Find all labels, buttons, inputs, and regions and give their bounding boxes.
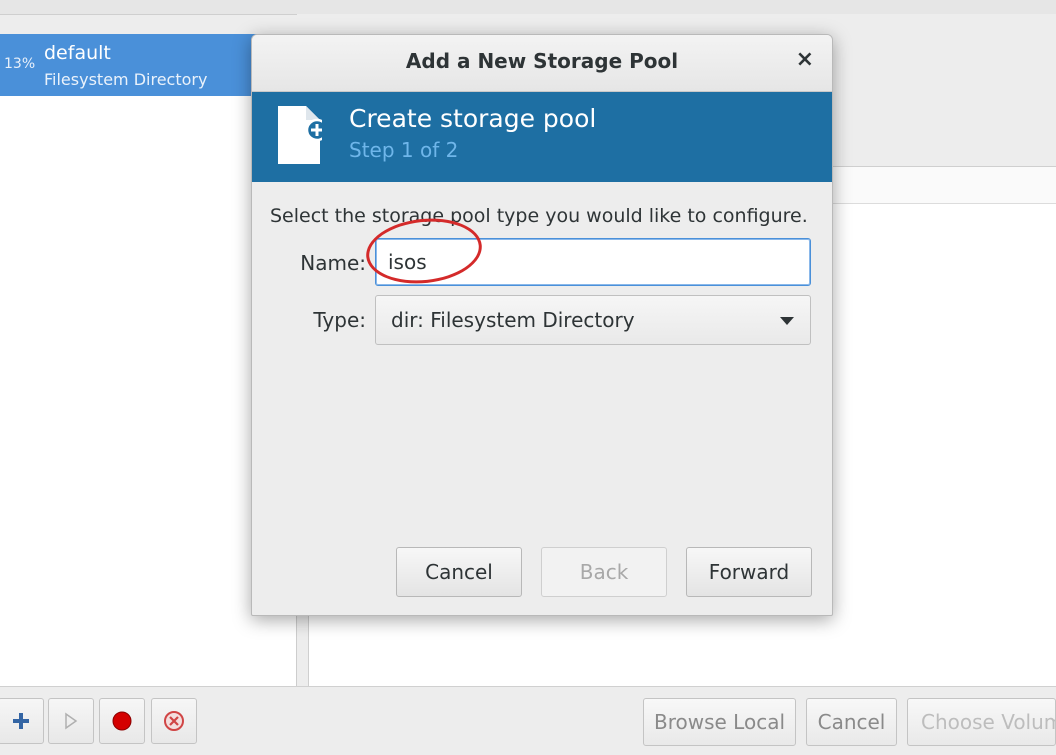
type-label: Type:: [313, 308, 366, 332]
type-select[interactable]: dir: Filesystem Directory: [375, 295, 811, 345]
add-pool-button[interactable]: [0, 698, 44, 744]
name-label: Name:: [300, 251, 366, 275]
choose-volume-button[interactable]: Choose Volum: [907, 698, 1056, 746]
dropdown-arrow-icon: [780, 317, 794, 325]
delete-icon: [163, 710, 185, 732]
cancel-button[interactable]: Cancel: [806, 698, 897, 746]
new-document-icon: [278, 106, 322, 164]
dialog-title: Add a New Storage Pool: [405, 49, 679, 73]
delete-pool-button[interactable]: [151, 698, 197, 744]
type-select-value: dir: Filesystem Directory: [391, 308, 635, 332]
add-storage-pool-dialog: Add a New Storage Pool × Create storage …: [251, 34, 833, 616]
wizard-banner: Create storage pool Step 1 of 2: [252, 92, 832, 182]
record-icon: [111, 710, 133, 732]
banner-title: Create storage pool: [349, 104, 597, 133]
browse-local-button[interactable]: Browse Local: [643, 698, 796, 746]
play-icon: [63, 712, 79, 730]
pool-name: default: [44, 42, 111, 64]
add-icon: [11, 711, 31, 731]
dialog-titlebar[interactable]: Add a New Storage Pool ×: [252, 35, 832, 92]
forward-button[interactable]: Forward: [686, 547, 812, 597]
dialog-cancel-button[interactable]: Cancel: [396, 547, 522, 597]
window-top-strip: [0, 0, 1056, 15]
start-pool-button[interactable]: [48, 698, 94, 744]
back-button[interactable]: Back: [541, 547, 667, 597]
pool-usage: 13%: [4, 56, 36, 72]
stop-pool-button[interactable]: [99, 698, 145, 744]
pool-type: Filesystem Directory: [44, 70, 208, 89]
close-icon[interactable]: ×: [796, 47, 814, 72]
instruction-text: Select the storage pool type you would l…: [270, 205, 808, 227]
banner-step: Step 1 of 2: [349, 138, 459, 162]
